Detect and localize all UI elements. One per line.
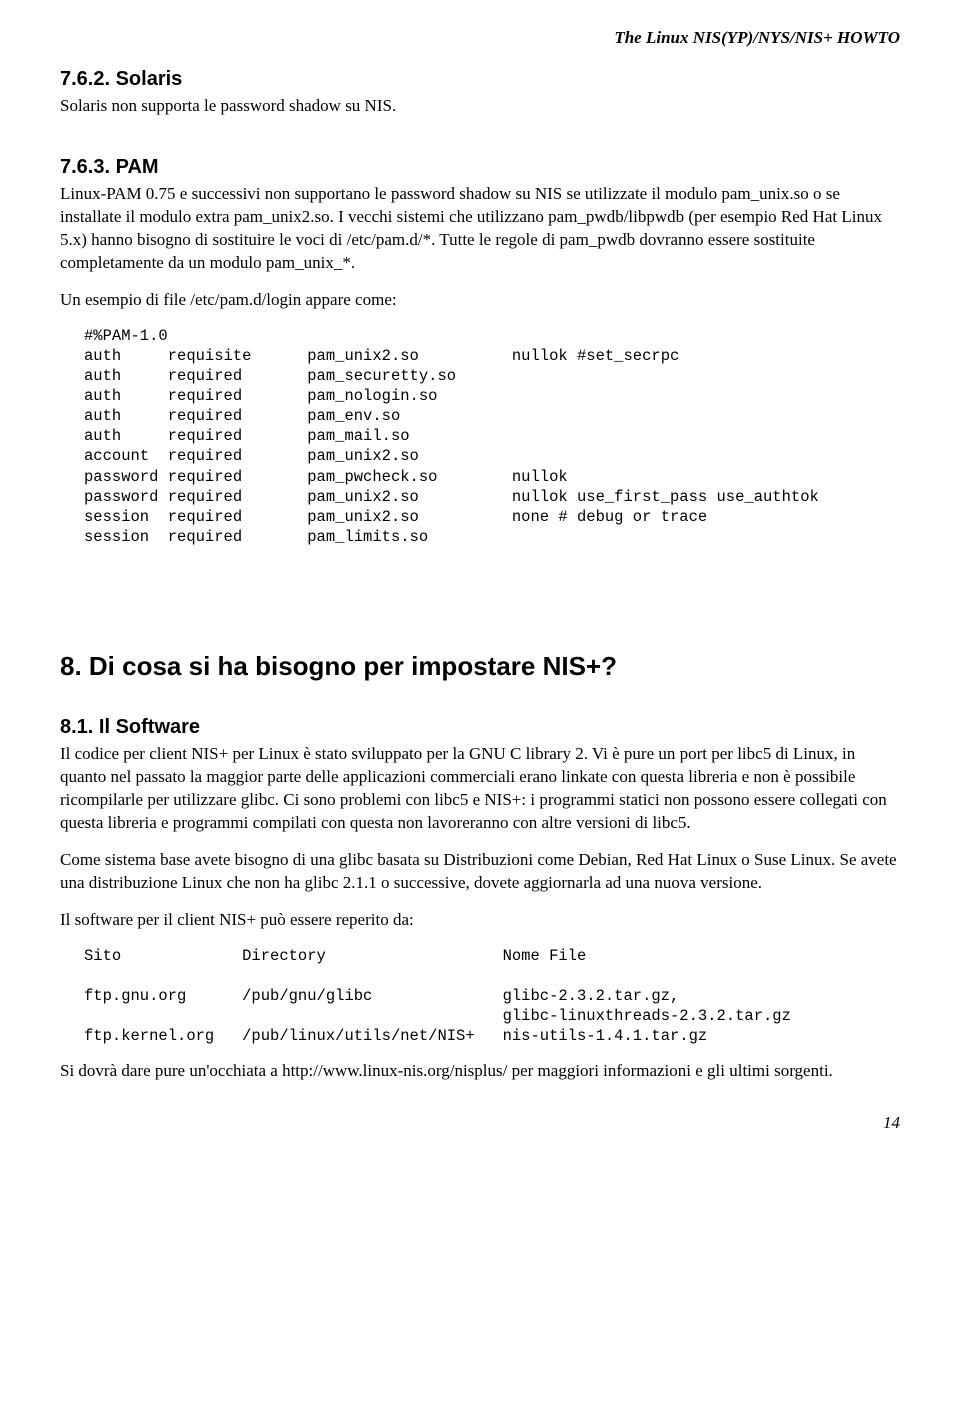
paragraph-solaris: Solaris non supporta le password shadow … <box>60 95 900 118</box>
paragraph-pam-1: Linux-PAM 0.75 e successivi non supporta… <box>60 183 900 275</box>
paragraph-software-1: Il codice per client NIS+ per Linux è st… <box>60 743 900 835</box>
code-block-sites: Sito Directory Nome File ftp.gnu.org /pu… <box>84 946 900 1047</box>
heading-8: 8. Di cosa si ha bisogno per impostare N… <box>60 651 900 682</box>
page-container: The Linux NIS(YP)/NYS/NIS+ HOWTO 7.6.2. … <box>0 0 960 1173</box>
heading-8-1: 8.1. Il Software <box>60 716 900 739</box>
paragraph-software-3: Il software per il client NIS+ può esser… <box>60 909 900 932</box>
heading-7-6-3: 7.6.3. PAM <box>60 156 900 179</box>
paragraph-software-2: Come sistema base avete bisogno di una g… <box>60 849 900 895</box>
code-block-pam: #%PAM-1.0 auth requisite pam_unix2.so nu… <box>84 326 900 548</box>
heading-7-6-2: 7.6.2. Solaris <box>60 68 900 91</box>
paragraph-pam-2: Un esempio di file /etc/pam.d/login appa… <box>60 289 900 312</box>
paragraph-software-4: Si dovrà dare pure un'occhiata a http://… <box>60 1060 900 1083</box>
page-number: 14 <box>60 1113 900 1133</box>
running-header: The Linux NIS(YP)/NYS/NIS+ HOWTO <box>60 28 900 48</box>
